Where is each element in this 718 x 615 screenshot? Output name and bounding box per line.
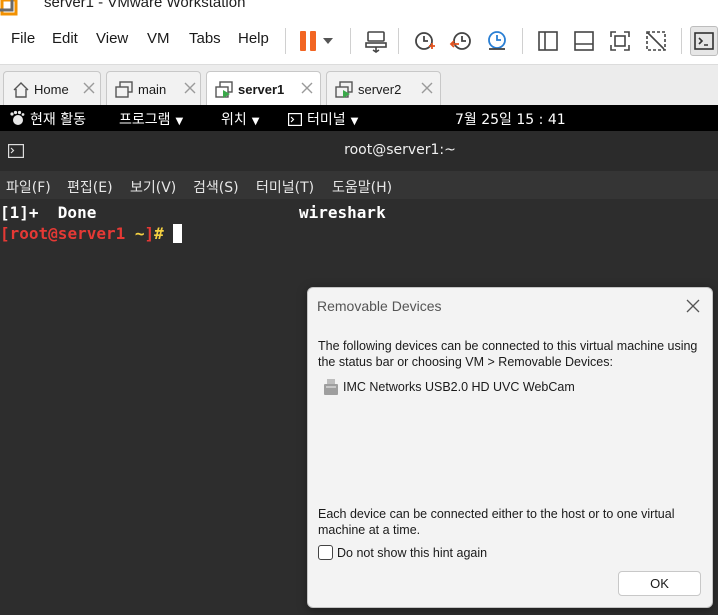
dialog-note-text: Each device can be connected either to t… — [318, 507, 675, 537]
terminal-menu-terminal[interactable]: 터미널(T) — [256, 177, 314, 197]
terminal-menu-search[interactable]: 검색(S) — [193, 177, 239, 197]
tab-label: server2 — [358, 82, 402, 97]
terminal-menu-file[interactable]: 파일(F) — [6, 177, 51, 197]
send-keys-icon[interactable] — [361, 26, 391, 56]
prompt-symbol: # — [154, 224, 174, 243]
do-not-show-label[interactable]: Do not show this hint again — [337, 546, 487, 560]
sidebar-view-icon[interactable] — [533, 26, 563, 56]
tab-server2[interactable]: server2 — [326, 71, 441, 106]
close-icon[interactable] — [685, 298, 701, 314]
tab-main[interactable]: main — [106, 71, 201, 106]
close-icon[interactable] — [419, 80, 435, 96]
tab-label: main — [138, 82, 167, 97]
job-status: [1]+ Done — [0, 203, 97, 222]
terminal-menu-view[interactable]: 보기(V) — [130, 177, 176, 197]
thumbnail-view-icon[interactable] — [569, 26, 599, 56]
menu-vm[interactable]: VM — [147, 30, 170, 47]
terminal-app-label: 터미널 — [307, 112, 346, 128]
vm-running-icon — [335, 81, 353, 98]
applications-menu[interactable]: 프로그램 ▼ — [119, 109, 183, 129]
dropdown-icon[interactable] — [318, 26, 338, 56]
job-name: wireshark — [299, 203, 386, 222]
toolbar-separator — [285, 28, 286, 54]
caret-down-icon: ▼ — [251, 116, 260, 127]
snapshot-icon[interactable] — [410, 26, 440, 56]
toolbar-separator — [522, 28, 523, 54]
unity-icon[interactable] — [641, 26, 671, 56]
terminal-titlebar: root@server1:~ — [0, 131, 718, 171]
toolbar-separator — [681, 28, 682, 54]
activities-button[interactable]: 현재 활동 — [30, 109, 86, 129]
vm-icon — [115, 81, 133, 98]
caret-down-icon: ▼ — [175, 116, 184, 127]
menu-file[interactable]: File — [11, 30, 35, 47]
caret-down-icon: ▼ — [350, 116, 359, 127]
terminal-menu-help[interactable]: 도움말(H) — [332, 177, 392, 197]
gnome-top-bar: 현재 활동 프로그램 ▼ 위치 ▼ 터미널 ▼ 7월 25일 15 : 41 — [0, 105, 718, 131]
do-not-show-checkbox[interactable] — [318, 545, 333, 560]
menu-help[interactable]: Help — [238, 30, 269, 47]
console-view-icon[interactable] — [690, 26, 718, 56]
shell-prompt: [root@server1 ~]# — [0, 224, 183, 243]
fullscreen-icon[interactable] — [605, 26, 635, 56]
prompt-path: ~ — [125, 224, 145, 243]
toolbar-separator — [350, 28, 351, 54]
usb-device-icon — [324, 379, 338, 395]
prompt-close-bracket: ] — [144, 224, 155, 243]
close-icon[interactable] — [299, 80, 315, 96]
gnome-foot-icon — [10, 110, 25, 125]
terminal-menubar: 파일(F) 편집(E) 보기(V) 검색(S) 터미널(T) 도움말(H) — [0, 171, 718, 199]
vmware-logo-icon — [0, 0, 18, 16]
dialog-intro-text: The following devices can be connected t… — [318, 339, 698, 369]
terminal-menu-edit[interactable]: 편집(E) — [67, 177, 113, 197]
toolbar-separator — [398, 28, 399, 54]
job-status-line: [1]+ Done wireshark — [0, 203, 386, 222]
removable-devices-dialog: Removable Devices The following devices … — [307, 287, 713, 608]
menu-toolbar: File Edit View VM Tabs Help — [0, 18, 718, 64]
terminal-app-menu[interactable]: 터미널 ▼ — [288, 109, 358, 129]
text-cursor — [173, 224, 183, 243]
ok-button[interactable]: OK — [618, 571, 701, 596]
snapshot-manager-icon[interactable] — [482, 26, 512, 56]
prompt-user-host: root@server1 — [9, 224, 126, 243]
dialog-title: Removable Devices — [317, 298, 442, 314]
menu-edit[interactable]: Edit — [52, 30, 78, 47]
tab-home[interactable]: Home — [3, 71, 101, 106]
menu-tabs[interactable]: Tabs — [189, 30, 221, 47]
terminal-title: root@server1:~ — [344, 142, 456, 158]
clock[interactable]: 7월 25일 15 : 41 — [455, 109, 566, 129]
close-icon[interactable] — [81, 80, 97, 96]
places-label: 위치 — [221, 112, 247, 128]
tab-label: Home — [34, 82, 69, 97]
window-title: server1 - VMware Workstation — [44, 0, 246, 11]
title-bar: server1 - VMware Workstation — [0, 0, 718, 18]
vm-running-icon — [215, 81, 233, 98]
applications-label: 프로그램 — [119, 112, 171, 128]
vm-tab-bar: Home main server1 server2 — [0, 64, 718, 107]
prompt-open-bracket: [ — [0, 224, 10, 243]
home-icon — [13, 82, 29, 98]
terminal-icon — [288, 113, 303, 127]
places-menu[interactable]: 위치 ▼ — [221, 109, 259, 129]
tab-label: server1 — [238, 82, 285, 97]
close-icon[interactable] — [182, 80, 198, 96]
device-name: IMC Networks USB2.0 HD UVC WebCam — [343, 380, 575, 394]
revert-snapshot-icon[interactable] — [446, 26, 476, 56]
menu-view[interactable]: View — [96, 30, 128, 47]
tab-server1[interactable]: server1 — [206, 71, 321, 107]
